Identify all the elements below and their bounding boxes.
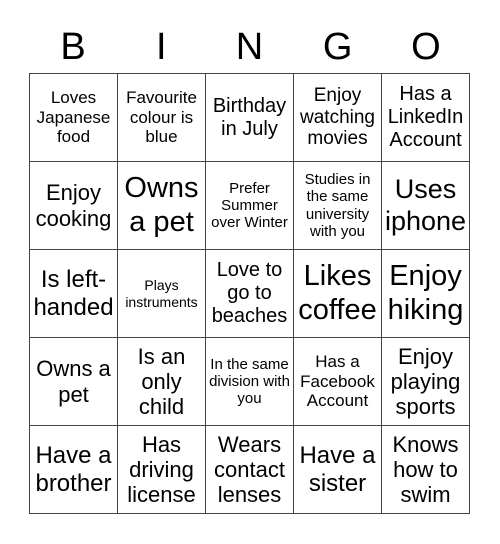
bingo-cell[interactable]: In the same division with you (206, 338, 294, 426)
bingo-cell[interactable]: Is an only child (118, 338, 206, 426)
bingo-cell[interactable]: Enjoy playing sports (382, 338, 470, 426)
bingo-cell[interactable]: Plays instruments (118, 250, 206, 338)
bingo-cell[interactable]: Enjoy hiking (382, 250, 470, 338)
bingo-cell[interactable]: Loves Japanese food (30, 74, 118, 162)
header-letter-o: O (411, 26, 441, 68)
bingo-cell[interactable]: Wears contact lenses (206, 426, 294, 514)
bingo-cell[interactable]: Studies in the same university with you (294, 162, 382, 250)
bingo-cell[interactable]: Birthday in July (206, 74, 294, 162)
header-letter-i: I (156, 26, 167, 68)
bingo-cell[interactable]: Have a sister (294, 426, 382, 514)
bingo-cell[interactable]: Is left-handed (30, 250, 118, 338)
bingo-cell[interactable]: Owns a pet (30, 338, 118, 426)
bingo-cell[interactable]: Has a LinkedIn Account (382, 74, 470, 162)
bingo-cell[interactable]: Owns a pet (118, 162, 206, 250)
header-letter-b: B (60, 26, 86, 68)
bingo-cell[interactable]: Uses iphone (382, 162, 470, 250)
bingo-cell[interactable]: Prefer Summer over Winter (206, 162, 294, 250)
bingo-cell[interactable]: Has driving license (118, 426, 206, 514)
bingo-cell[interactable]: Likes coffee (294, 250, 382, 338)
header-letter-g: G (322, 26, 353, 68)
bingo-cell[interactable]: Enjoy cooking (30, 162, 118, 250)
bingo-cell[interactable]: Has a Facebook Account (294, 338, 382, 426)
bingo-cell[interactable]: Favourite colour is blue (118, 74, 206, 162)
bingo-cell[interactable]: Have a brother (30, 426, 118, 514)
header-letter-n: N (235, 26, 264, 68)
bingo-cell[interactable]: Enjoy watching movies (294, 74, 382, 162)
bingo-header: B I N G O (29, 22, 470, 72)
bingo-board: Loves Japanese food Favourite colour is … (29, 73, 470, 514)
bingo-cell[interactable]: Knows how to swim (382, 426, 470, 514)
bingo-cell[interactable]: Love to go to beaches (206, 250, 294, 338)
